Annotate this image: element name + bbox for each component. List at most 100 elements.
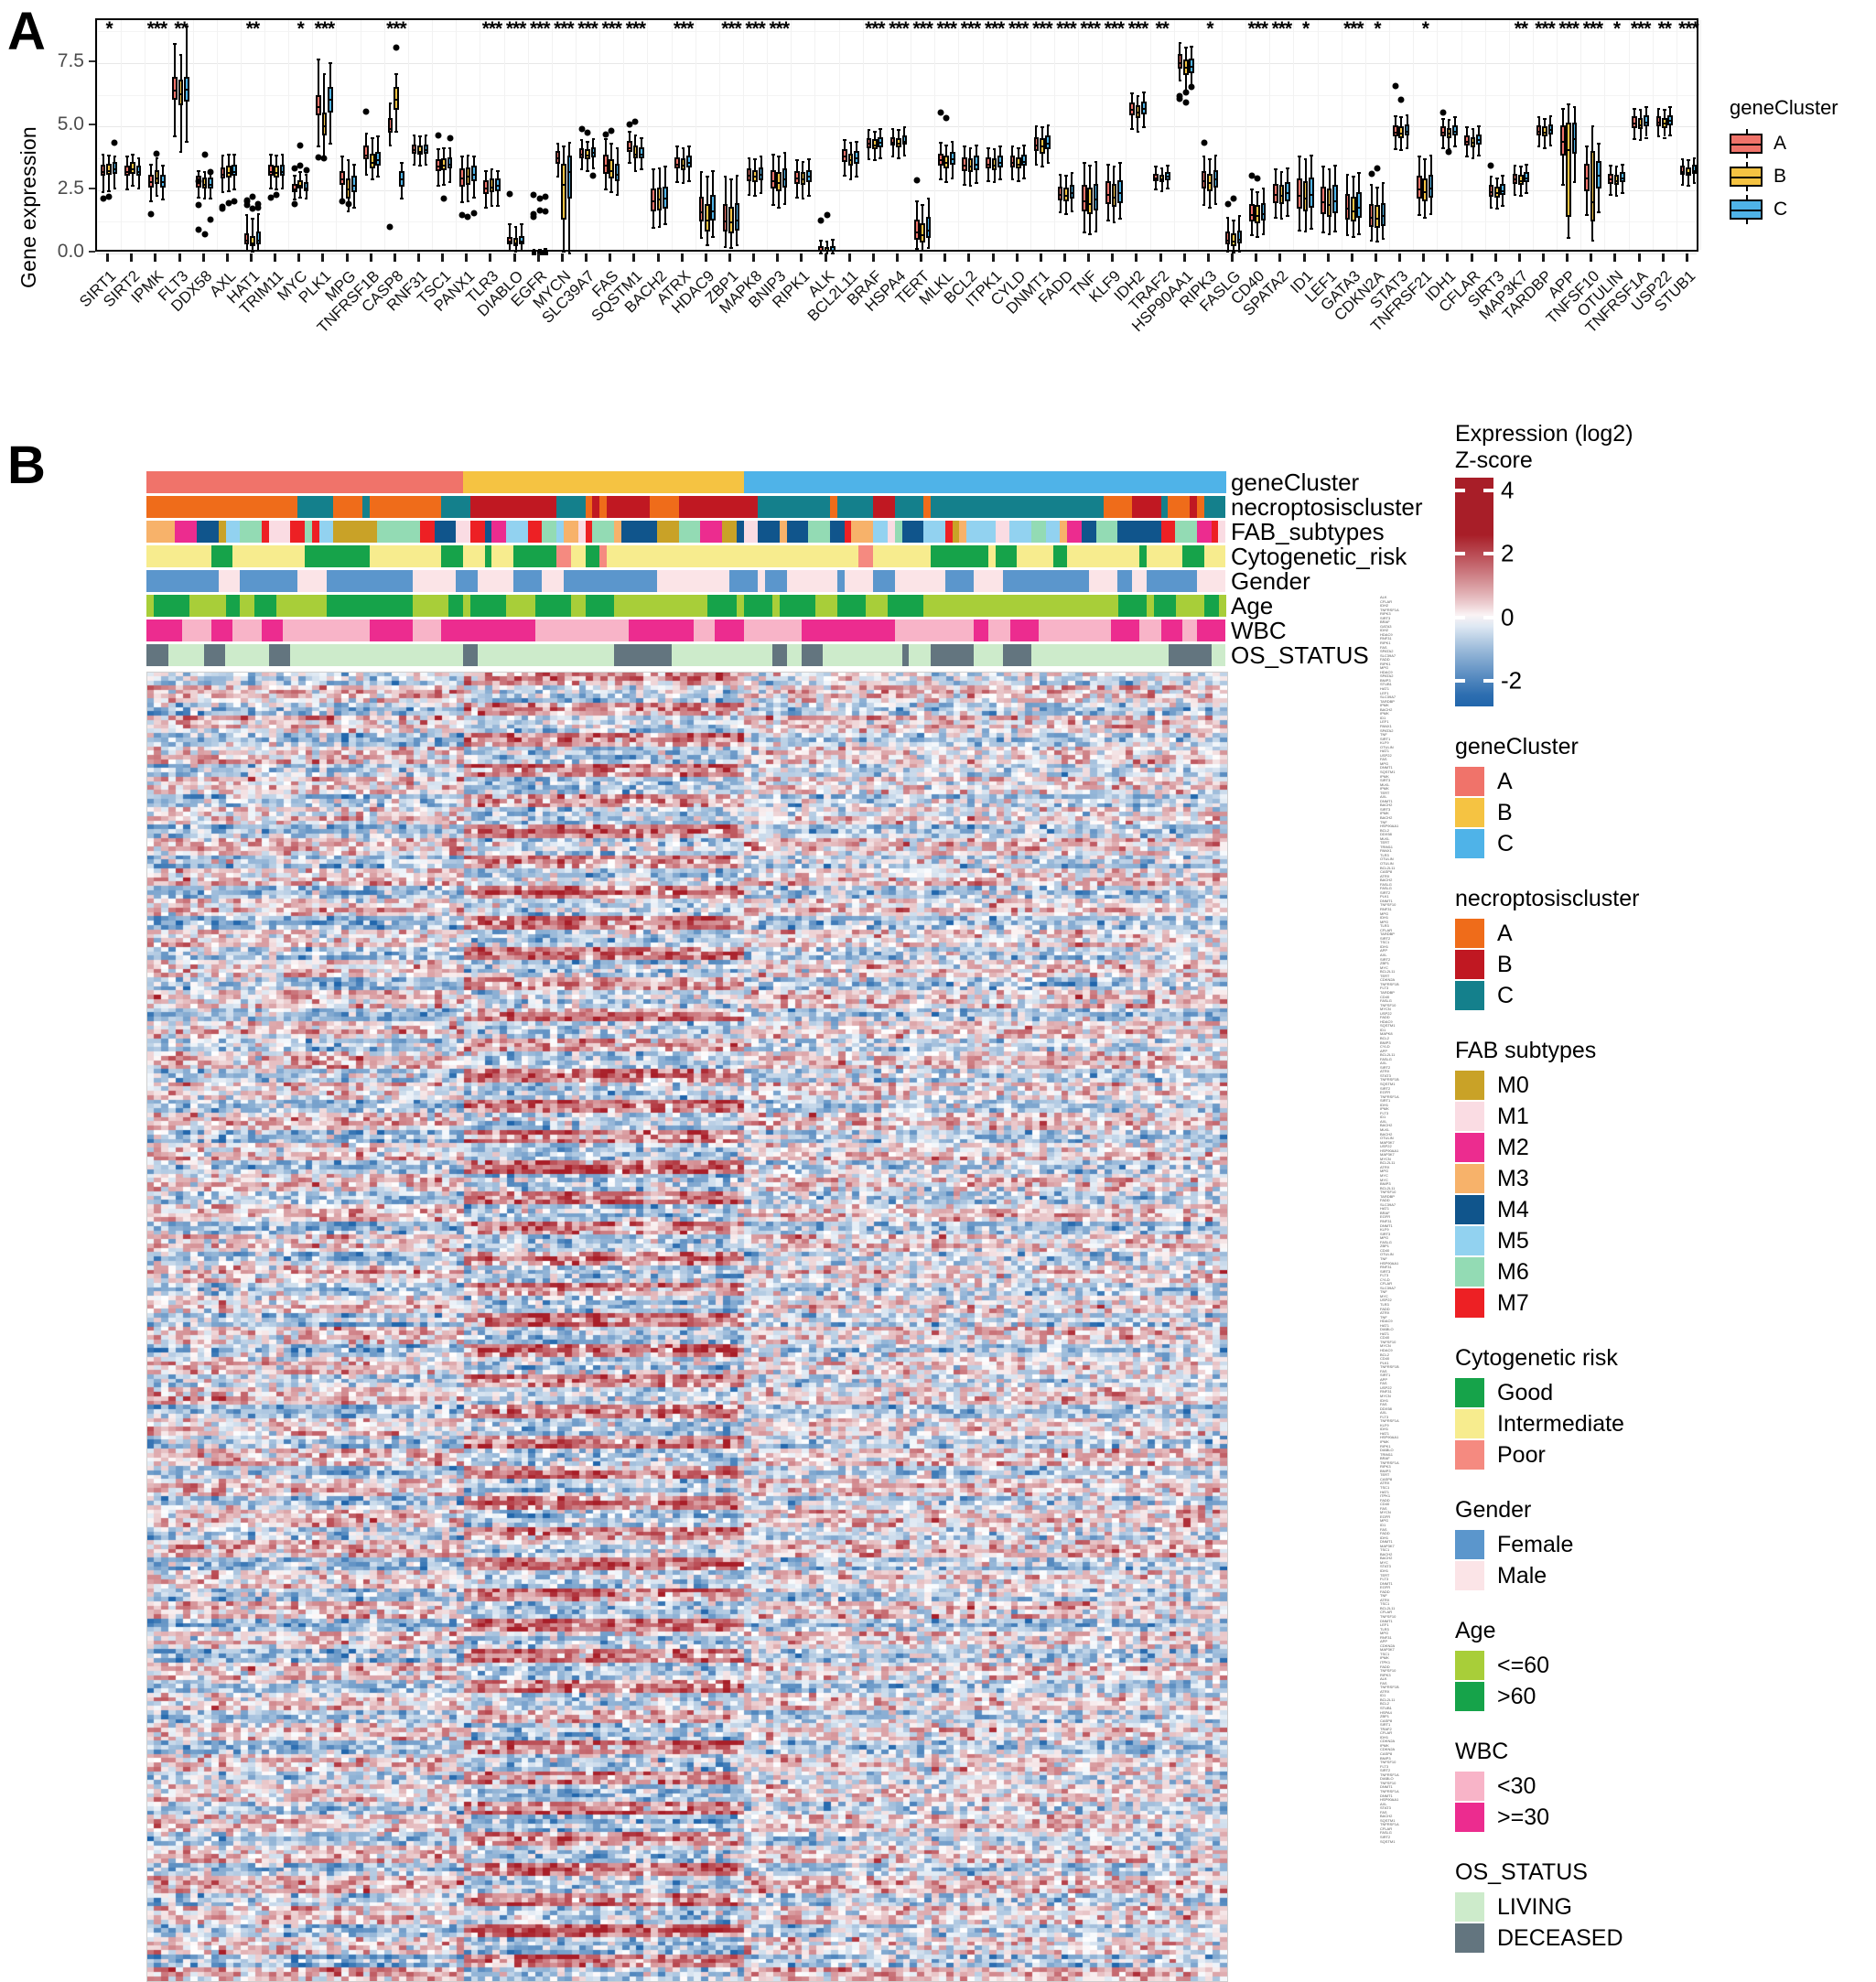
annotation-cell — [894, 619, 902, 641]
x-axis-tick — [512, 253, 516, 262]
significance-star: ** — [174, 18, 188, 39]
boxplot-median — [938, 159, 943, 162]
annotation-cell — [348, 545, 370, 567]
boxplot-median — [447, 163, 453, 166]
annotation-cell — [225, 644, 254, 666]
legend-item[interactable]: M3 — [1455, 1164, 1839, 1193]
boxplot-whisker-cap — [1369, 183, 1374, 186]
legend-item[interactable]: B — [1455, 798, 1839, 827]
legend-item[interactable]: Good — [1455, 1378, 1839, 1407]
annotation-cell — [369, 619, 384, 641]
gridline-v — [695, 20, 696, 250]
legend-item[interactable]: M7 — [1455, 1288, 1839, 1318]
legend-item[interactable]: Poor — [1455, 1440, 1839, 1470]
annotation-cell — [786, 570, 816, 592]
legend-item[interactable]: M2 — [1455, 1133, 1839, 1162]
legend-item[interactable]: C — [1455, 829, 1839, 858]
annotation-cell — [456, 521, 470, 543]
colorbar-tick-label: 2 — [1501, 539, 1515, 567]
annotation-cell — [758, 619, 773, 641]
boxplot-whisker-cap — [1345, 234, 1350, 237]
boxplot-median — [250, 242, 255, 244]
annotation-cell — [1060, 619, 1083, 641]
legend-item[interactable]: Male — [1455, 1561, 1839, 1590]
boxplot-median — [1009, 162, 1016, 165]
legend-label: Male — [1497, 1563, 1547, 1589]
boxplot-box — [920, 222, 925, 242]
boxplot-box — [704, 203, 710, 232]
boxplot-median — [267, 170, 274, 173]
annotation-cell — [1031, 545, 1053, 567]
boxplot-legend-item[interactable]: A — [1730, 129, 1867, 158]
legend-item[interactable]: M5 — [1455, 1226, 1839, 1255]
annotation-cell — [1088, 570, 1096, 592]
boxplot-outlier — [1201, 139, 1208, 146]
legend-item[interactable]: <30 — [1455, 1772, 1839, 1801]
legend-item[interactable]: DECEASED — [1455, 1923, 1839, 1953]
annotation-cell — [1168, 644, 1191, 666]
annotation-cell — [916, 545, 931, 567]
legend-item[interactable]: M1 — [1455, 1102, 1839, 1131]
boxplot-whisker-cap — [280, 187, 285, 189]
legend-item[interactable]: Intermediate — [1455, 1409, 1839, 1438]
annotation-cell — [923, 595, 932, 617]
annotation-cell — [693, 619, 716, 641]
boxplot-whisker-cap — [1536, 145, 1541, 148]
boxplot-whisker-cap — [777, 206, 782, 209]
boxplot-box — [1087, 187, 1093, 215]
boxplot-whisker-cap — [280, 153, 285, 156]
legend-item[interactable]: A — [1455, 919, 1839, 948]
legend-item[interactable]: M4 — [1455, 1195, 1839, 1224]
y-axis-tick — [89, 187, 95, 189]
legend-swatch — [1455, 1682, 1484, 1711]
boxplot-whisker-cap — [1477, 125, 1481, 128]
legend-item[interactable]: LIVING — [1455, 1892, 1839, 1922]
annotation-cell — [210, 644, 226, 666]
annotation-cell — [866, 595, 888, 617]
legend-item[interactable]: >60 — [1455, 1682, 1839, 1711]
boxplot-median — [201, 183, 208, 186]
annotation-cell — [844, 521, 852, 543]
boxplot-legend-item[interactable]: B — [1730, 162, 1867, 191]
annotation-cell — [218, 521, 226, 543]
boxplot-median — [1655, 121, 1662, 124]
annotation-cell — [836, 595, 867, 617]
boxplot-whisker-cap — [843, 139, 847, 142]
annotation-cell — [685, 545, 716, 567]
annotation-cell — [1031, 521, 1046, 543]
boxplot-whisker-cap — [848, 178, 853, 181]
boxplot-whisker-cap — [987, 179, 990, 182]
boxplot-whisker-cap — [1064, 175, 1068, 178]
boxplot-legend-item[interactable]: C — [1730, 195, 1867, 224]
boxplot-median — [1464, 140, 1470, 143]
legend-item[interactable]: C — [1455, 981, 1839, 1010]
boxplot-median — [1691, 169, 1698, 172]
significance-star: *** — [984, 18, 1006, 39]
colorbar-tick — [1455, 679, 1493, 684]
legend-item[interactable]: M6 — [1455, 1257, 1839, 1287]
legend-item[interactable]: A — [1455, 767, 1839, 796]
boxplot-median — [328, 98, 333, 101]
boxplot-whisker-cap — [544, 248, 547, 251]
x-axis-tick — [1135, 253, 1138, 262]
x-axis-tick — [920, 253, 923, 262]
legend-item[interactable]: <=60 — [1455, 1651, 1839, 1680]
legend-item[interactable]: B — [1455, 950, 1839, 979]
legend-item[interactable]: Female — [1455, 1530, 1839, 1559]
boxplot-median — [1087, 202, 1093, 205]
legend-label: Intermediate — [1497, 1411, 1624, 1437]
legend-block-wbc: WBC <30 >=30 — [1455, 1739, 1839, 1832]
legend-item[interactable]: M0 — [1455, 1071, 1839, 1100]
boxplot-outlier — [362, 108, 370, 115]
boxplot-median — [1404, 130, 1410, 133]
legend-item[interactable]: >=30 — [1455, 1803, 1839, 1832]
boxplot-whisker-cap — [831, 238, 835, 241]
boxplot-whisker-cap — [968, 146, 973, 149]
boxplot-whisker-cap — [1381, 182, 1385, 185]
significance-star: *** — [1056, 18, 1077, 39]
boxplot-whisker-cap — [1202, 203, 1206, 206]
boxplot-whisker-cap — [244, 249, 249, 252]
boxplot-median — [842, 156, 848, 158]
annotation-cell — [1009, 496, 1025, 518]
boxplot-whisker-cap — [101, 191, 105, 194]
